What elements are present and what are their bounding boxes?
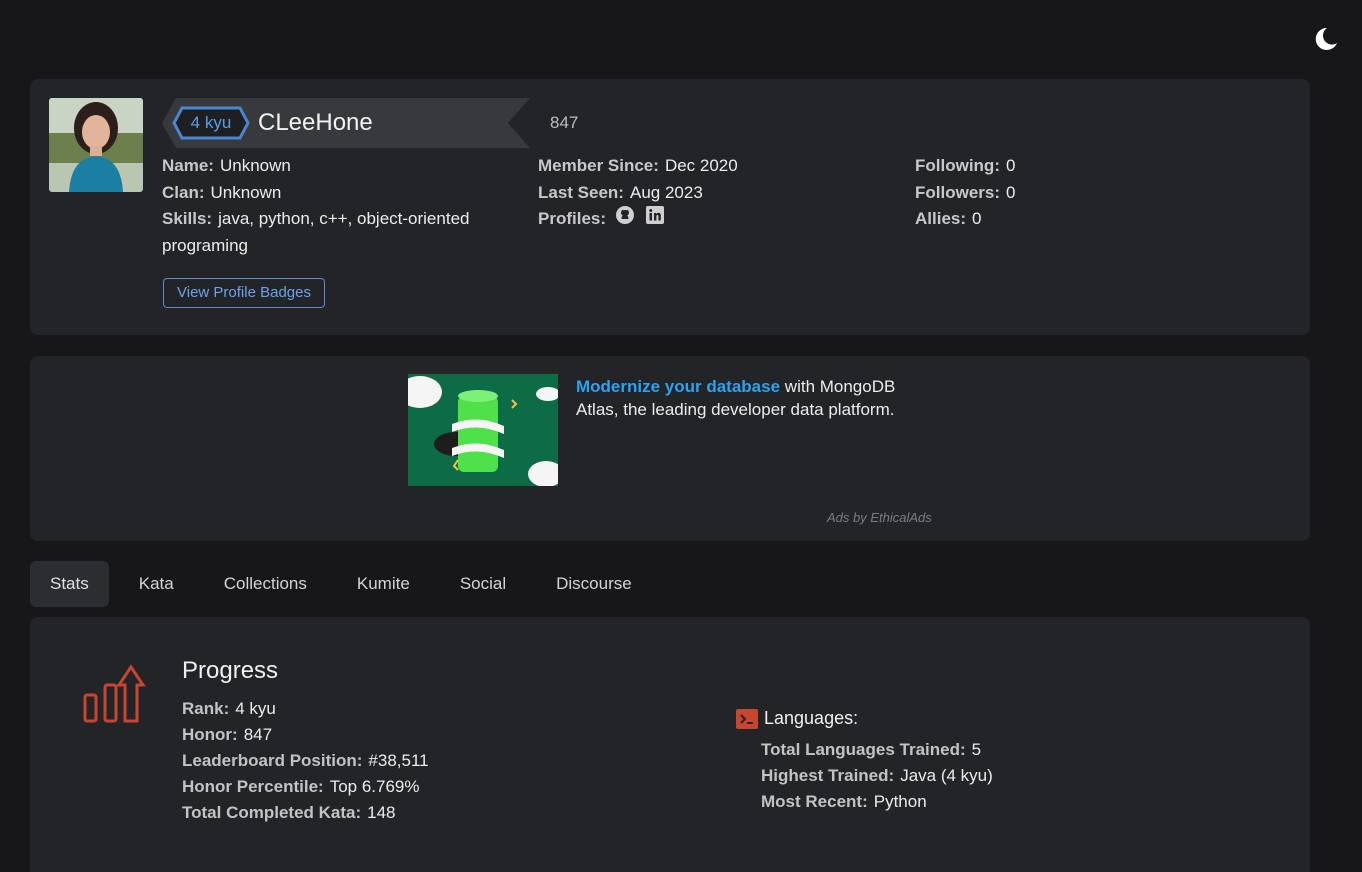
rank-label: 4 kyu [190, 113, 232, 132]
theme-toggle-moon-icon[interactable] [1310, 24, 1340, 54]
info-column-membership: Member Since: Dec 2020 Last Seen: Aug 2023… [538, 153, 888, 233]
tab-discourse[interactable]: Discourse [536, 561, 652, 607]
progress-list: Rank: 4 kyu Honor: 847 Leaderboard Positio… [182, 696, 429, 826]
terminal-icon [736, 709, 758, 729]
progress-completed-kata-row: Total Completed Kata: 148 [182, 803, 396, 822]
tab-kumite[interactable]: Kumite [337, 561, 430, 607]
progress-honor-row: Honor: 847 [182, 725, 273, 744]
clan-row: Clan: Unknown [162, 182, 282, 202]
tab-social[interactable]: Social [440, 561, 526, 607]
member-since-row: Member Since: Dec 2020 [538, 156, 738, 175]
info-column-personal: Name: Unknown Clan: Unknown Skills: java, p… [162, 153, 512, 259]
ad-link[interactable]: Modernize your database [576, 377, 780, 396]
name-row: Name: Unknown [162, 156, 291, 175]
ad-card: Modernize your database with MongoDB Atl… [30, 356, 1310, 541]
ad-image[interactable] [408, 374, 558, 486]
languages-highest-row: Highest Trained: Java (4 kyu) [761, 766, 993, 785]
following-row[interactable]: Following: 0 [915, 153, 1215, 180]
profiles-row: Profiles: [538, 206, 888, 233]
progress-leaderboard-row: Leaderboard Position: #38,511 [182, 751, 429, 770]
progress-chart-icon [83, 663, 149, 725]
tab-stats[interactable]: Stats [30, 561, 109, 607]
profile-card: 4 kyu CLeeHone 847 Name: Unknown Clan: Unk… [30, 79, 1310, 335]
followers-row[interactable]: Followers: 0 [915, 180, 1215, 207]
username: CLeeHone [258, 109, 373, 136]
tab-collections[interactable]: Collections [204, 561, 327, 607]
honor-score: 847 [550, 113, 579, 132]
skills-row: Skills: java, python, c++, object-oriente… [162, 209, 470, 255]
stats-card: Progress Rank: 4 kyu Honor: 847 Leaderboar… [30, 617, 1310, 872]
languages-title: Languages: [764, 708, 859, 728]
github-icon[interactable] [616, 206, 635, 233]
progress-percentile-row: Honor Percentile: Top 6.769% [182, 777, 420, 796]
ad-credit[interactable]: Ads by EthicalAds [827, 510, 932, 525]
allies-row[interactable]: Allies: 0 [915, 206, 1215, 233]
languages-total-row: Total Languages Trained: 5 [761, 740, 982, 759]
progress-title: Progress [182, 657, 279, 684]
languages-list: Total Languages Trained: 5 Highest Traine… [761, 737, 993, 815]
tab-kata[interactable]: Kata [119, 561, 194, 607]
avatar[interactable] [49, 98, 143, 192]
linkedin-icon[interactable] [646, 206, 665, 233]
last-seen-row: Last Seen: Aug 2023 [538, 182, 703, 202]
languages-recent-row: Most Recent: Python [761, 792, 927, 811]
rank-badge[interactable]: 4 kyu [172, 106, 250, 140]
ad-text: Modernize your database with MongoDB Atl… [576, 377, 896, 419]
view-profile-badges-button[interactable]: View Profile Badges [163, 278, 325, 308]
info-column-social: Following: 0 Followers: 0 Allies: 0 [915, 153, 1215, 233]
profile-tabs: Stats Kata Collections Kumite Social Dis… [30, 561, 662, 607]
progress-rank-row: Rank: 4 kyu [182, 699, 276, 718]
